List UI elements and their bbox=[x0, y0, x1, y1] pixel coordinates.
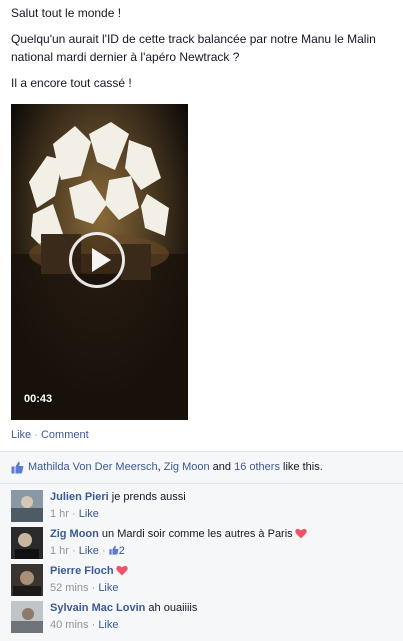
liker-name-2[interactable]: Zig Moon bbox=[164, 461, 210, 473]
comment-like-link[interactable]: Like bbox=[98, 619, 118, 631]
post-message: Quelqu'un aurait l'ID de cette track bal… bbox=[11, 32, 376, 64]
play-icon[interactable] bbox=[69, 232, 125, 288]
comment-item: Zig Moon un Mardi soir comme les autres … bbox=[0, 521, 403, 559]
thumbs-up-icon bbox=[109, 545, 119, 555]
thumbs-up-icon bbox=[11, 461, 24, 474]
avatar[interactable] bbox=[11, 564, 43, 596]
comment-time[interactable]: 1 hr bbox=[50, 545, 69, 557]
comment-like-link[interactable]: Like bbox=[98, 582, 118, 594]
like-link[interactable]: Like bbox=[11, 429, 31, 441]
comment-item: Pierre Floch 52 mins · Like bbox=[0, 558, 403, 596]
likes-suffix: like this. bbox=[279, 461, 323, 473]
post: Salut tout le monde ! Quelqu'un aurait l… bbox=[0, 0, 403, 441]
comment-author[interactable]: Zig Moon bbox=[50, 528, 99, 540]
comment-time[interactable]: 40 mins bbox=[50, 619, 89, 631]
comment-like-link[interactable]: Like bbox=[79, 545, 99, 557]
comment-item: Sylvain Mac Lovin ah ouaiiiis 40 mins · … bbox=[0, 595, 403, 633]
comment-text: un Mardi soir comme les autres à Paris bbox=[98, 528, 293, 540]
comment-text: je prends aussi bbox=[108, 491, 186, 503]
heart-icon bbox=[295, 528, 307, 539]
video-player[interactable]: 00:43 bbox=[11, 104, 188, 420]
post-followup: Il a encore tout cassé ! bbox=[11, 76, 132, 90]
comment-author[interactable]: Sylvain Mac Lovin bbox=[50, 602, 145, 614]
likes-others-link[interactable]: 16 others bbox=[234, 461, 280, 473]
comment-item: Julien Pieri je prends aussi 1 hr · Like bbox=[0, 484, 403, 522]
heart-icon bbox=[115, 565, 128, 576]
comment-author[interactable]: Julien Pieri bbox=[50, 491, 109, 503]
comment-text: ah ouaiiiis bbox=[145, 602, 198, 614]
video-duration: 00:43 bbox=[24, 393, 53, 405]
avatar[interactable] bbox=[11, 490, 43, 522]
post-greeting: Salut tout le monde ! bbox=[11, 6, 122, 20]
likes-summary: Mathilda Von Der Meersch, Zig Moon and 1… bbox=[0, 452, 403, 484]
comment-link[interactable]: Comment bbox=[41, 429, 89, 441]
feedback-section: Mathilda Von Der Meersch, Zig Moon and 1… bbox=[0, 451, 403, 641]
liker-name-1[interactable]: Mathilda Von Der Meersch bbox=[28, 461, 158, 473]
separator: · bbox=[31, 429, 41, 441]
comment-time[interactable]: 52 mins bbox=[50, 582, 89, 594]
comment-time[interactable]: 1 hr bbox=[50, 508, 69, 520]
avatar[interactable] bbox=[11, 527, 43, 559]
comment-like-link[interactable]: Like bbox=[79, 508, 99, 520]
avatar[interactable] bbox=[11, 601, 43, 633]
comment-author[interactable]: Pierre Floch bbox=[50, 565, 114, 577]
likes-and: and bbox=[209, 461, 235, 473]
comment-like-count[interactable]: 2 bbox=[119, 545, 125, 557]
post-actions: Like · Comment bbox=[11, 429, 392, 441]
